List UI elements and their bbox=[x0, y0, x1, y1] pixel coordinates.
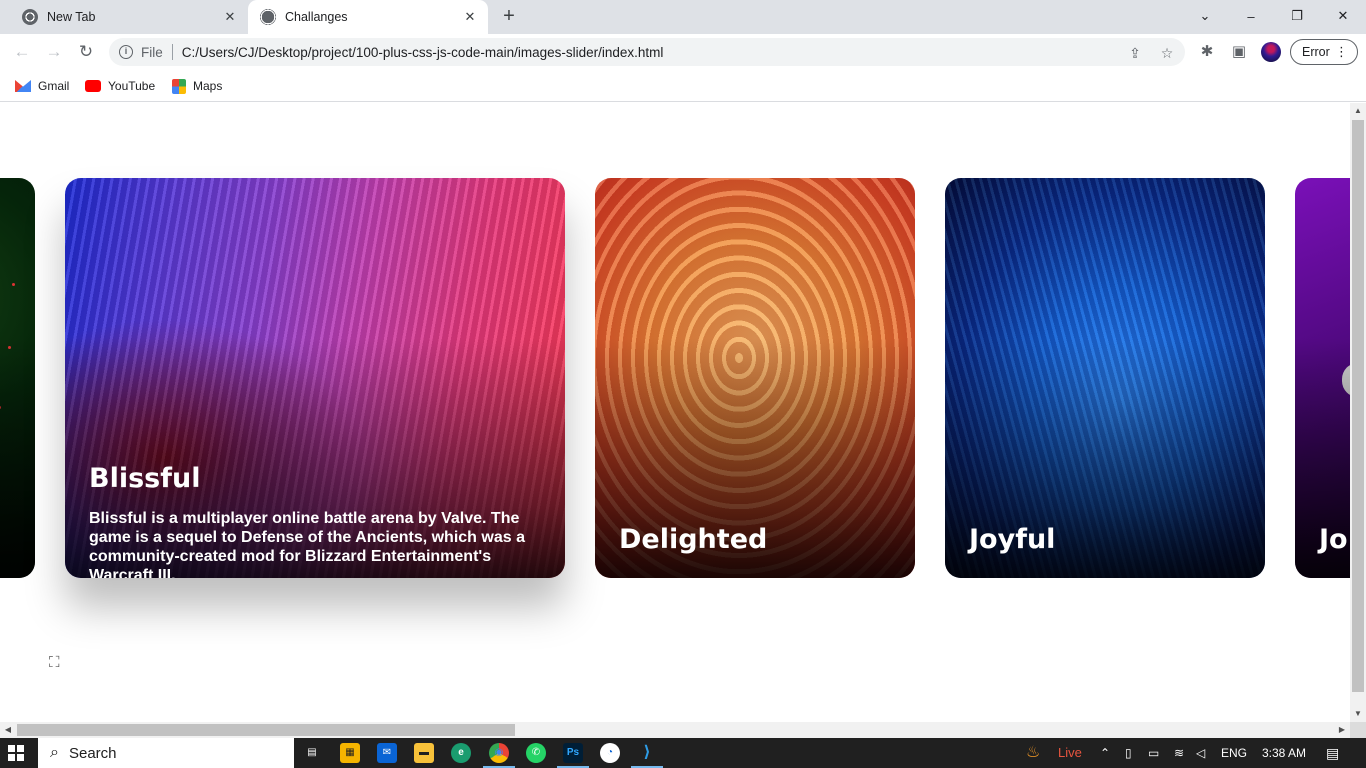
tab-new-tab[interactable]: New Tab ✕ bbox=[8, 0, 248, 34]
scroll-up-icon[interactable]: ▲ bbox=[1350, 103, 1366, 119]
chrome-icon bbox=[22, 9, 38, 25]
clock[interactable]: 3:38 AM bbox=[1262, 738, 1306, 768]
messenger-icon[interactable]: ◔ bbox=[600, 743, 620, 763]
scrollbar-corner bbox=[1350, 722, 1366, 738]
bookmark-label: Maps bbox=[193, 79, 223, 93]
url-text[interactable]: C:/Users/CJ/Desktop/project/100-plus-css… bbox=[182, 45, 664, 60]
error-button[interactable]: Error ⋮ bbox=[1290, 39, 1358, 65]
slider-card-joyful[interactable]: Joyful bbox=[945, 178, 1265, 578]
tab-title: Challanges bbox=[285, 10, 348, 24]
address-bar[interactable]: i File C:/Users/CJ/Desktop/project/100-p… bbox=[109, 38, 1185, 66]
language-indicator[interactable]: ENG bbox=[1221, 738, 1247, 768]
menu-icon: ⋮ bbox=[1335, 44, 1348, 59]
page-logo-icon[interactable]: ⛶ bbox=[49, 652, 75, 674]
bookmark-star-icon[interactable]: ☆ bbox=[1158, 44, 1176, 62]
windows-start-icon[interactable] bbox=[8, 745, 24, 761]
slider-card-delighted[interactable]: Delighted bbox=[595, 178, 915, 578]
extensions-icon[interactable]: ✱ bbox=[1197, 42, 1217, 62]
tab-title: New Tab bbox=[47, 10, 96, 24]
error-label: Error bbox=[1302, 45, 1330, 59]
store-icon[interactable]: ▦ bbox=[340, 743, 360, 763]
browser-toolbar: ← → ↻ i File C:/Users/CJ/Desktop/project… bbox=[0, 34, 1366, 70]
tab-search-button[interactable]: ⌄ bbox=[1182, 0, 1228, 32]
search-label: Search bbox=[68, 744, 117, 762]
share-icon[interactable]: ⇪ bbox=[1126, 44, 1144, 62]
photoshop-icon[interactable]: Ps bbox=[557, 743, 589, 768]
device-icon[interactable]: ▯ bbox=[1125, 738, 1132, 768]
tray-chevron-icon[interactable]: ⌃ bbox=[1100, 738, 1110, 768]
slider-card-partial[interactable]: Jo bbox=[1295, 178, 1350, 578]
scroll-right-icon[interactable]: ▶ bbox=[1334, 722, 1350, 738]
scroll-left-icon[interactable]: ◀ bbox=[0, 722, 16, 738]
task-view-icon[interactable]: ▤ bbox=[302, 743, 322, 763]
weather-icon[interactable]: ♨ bbox=[1026, 738, 1050, 768]
vertical-scrollbar[interactable]: ▲ ▼ bbox=[1350, 103, 1366, 722]
slider-card-blissful[interactable]: Blissful Blissful is a multiplayer onlin… bbox=[65, 178, 565, 578]
back-button[interactable]: ← bbox=[8, 37, 36, 67]
bookmark-maps[interactable]: Maps bbox=[172, 76, 222, 96]
side-panel-icon[interactable]: ▣ bbox=[1229, 42, 1249, 62]
vscode-icon[interactable]: ⟩ bbox=[631, 743, 663, 768]
scroll-thumb[interactable] bbox=[1352, 120, 1364, 692]
scheme-label: File bbox=[141, 44, 163, 60]
live-label[interactable]: Live bbox=[1058, 738, 1082, 768]
card-title: Joyful bbox=[969, 524, 1056, 555]
restore-button[interactable]: ❐ bbox=[1274, 0, 1320, 32]
search-icon: ⌕ bbox=[50, 744, 59, 761]
bookmark-label: YouTube bbox=[108, 79, 156, 93]
bookmarks-bar: Gmail YouTube Maps bbox=[0, 70, 1366, 102]
bookmark-youtube[interactable]: YouTube bbox=[85, 76, 155, 96]
wifi-icon[interactable]: ≋ bbox=[1174, 738, 1184, 768]
tab-strip: New Tab ✕ Challanges ✕ + ⌄ – ❐ ✕ bbox=[0, 0, 1366, 34]
chrome-taskbar-icon[interactable]: ◉ bbox=[483, 743, 515, 768]
horizontal-scrollbar[interactable]: ◀ ▶ bbox=[0, 722, 1350, 738]
slider-card-partial[interactable] bbox=[0, 178, 35, 578]
windows-taskbar: ⌕ Search ▤ ▦ ✉ ▬ e ◉ ✆ Ps ◔ ⟩ ♨ Live ⌃ ▯… bbox=[0, 738, 1366, 768]
maps-icon bbox=[172, 78, 186, 94]
close-tab-icon[interactable]: ✕ bbox=[462, 9, 478, 25]
volume-icon[interactable]: ◁ bbox=[1196, 738, 1205, 768]
reload-button[interactable]: ↻ bbox=[72, 37, 100, 67]
bookmark-gmail[interactable]: Gmail bbox=[15, 76, 69, 96]
forward-button[interactable]: → bbox=[40, 37, 68, 67]
gmail-icon bbox=[15, 80, 31, 92]
profile-avatar[interactable] bbox=[1261, 42, 1281, 62]
file-explorer-icon[interactable]: ▬ bbox=[414, 743, 434, 763]
minimize-button[interactable]: – bbox=[1228, 0, 1274, 32]
new-tab-button[interactable]: + bbox=[498, 6, 520, 28]
battery-icon[interactable]: ▭ bbox=[1148, 738, 1159, 768]
card-title: Jo bbox=[1319, 524, 1348, 555]
youtube-icon bbox=[85, 80, 101, 92]
card-description: Blissful is a multiplayer online battle … bbox=[89, 510, 525, 578]
close-window-button[interactable]: ✕ bbox=[1320, 0, 1366, 32]
whatsapp-icon[interactable]: ✆ bbox=[526, 743, 546, 763]
page-viewport: Blissful Blissful is a multiplayer onlin… bbox=[0, 103, 1350, 722]
taskbar-search[interactable]: ⌕ Search bbox=[38, 738, 294, 768]
globe-icon bbox=[260, 9, 276, 25]
card-shade bbox=[0, 338, 35, 578]
info-icon[interactable]: i bbox=[119, 45, 133, 59]
scroll-thumb[interactable] bbox=[17, 724, 515, 736]
notification-icon[interactable]: ▤ bbox=[1326, 738, 1339, 768]
edge-icon[interactable]: e bbox=[451, 743, 471, 763]
mail-icon[interactable]: ✉ bbox=[377, 743, 397, 763]
scroll-down-icon[interactable]: ▼ bbox=[1350, 706, 1366, 722]
close-tab-icon[interactable]: ✕ bbox=[222, 9, 238, 25]
card-title: Blissful bbox=[89, 463, 201, 494]
tab-challanges[interactable]: Challanges ✕ bbox=[248, 0, 488, 34]
card-title: Delighted bbox=[619, 524, 768, 555]
divider bbox=[171, 44, 173, 60]
bookmark-label: Gmail bbox=[38, 79, 70, 93]
